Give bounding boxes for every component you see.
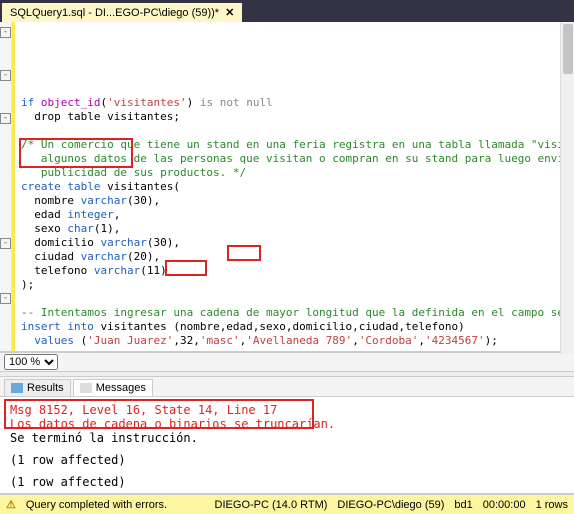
results-tab-bar: Results Messages bbox=[0, 377, 574, 397]
status-server: DIEGO-PC (14.0 RTM) bbox=[215, 499, 328, 511]
close-icon[interactable]: ✕ bbox=[225, 6, 234, 19]
fold-icon[interactable]: - bbox=[0, 293, 11, 304]
tab-bar: SQLQuery1.sql - DI...EGO-PC\diego (59))*… bbox=[0, 0, 574, 22]
fold-icon[interactable]: - bbox=[0, 27, 11, 38]
tab-label: Messages bbox=[96, 382, 146, 394]
status-rows: 1 rows bbox=[536, 499, 568, 511]
fold-icon[interactable]: - bbox=[0, 70, 11, 81]
code-area[interactable]: if object_id('visitantes') is not null d… bbox=[12, 22, 574, 351]
grid-icon bbox=[11, 383, 23, 393]
zoom-select[interactable]: 100 % bbox=[4, 354, 58, 370]
messages-panel[interactable]: Msg 8152, Level 16, State 14, Line 17 Lo… bbox=[0, 397, 574, 493]
msg-line: Se terminó la instrucción. bbox=[10, 431, 564, 445]
fold-gutter: - - - - - bbox=[0, 22, 12, 351]
sql-editor[interactable]: - - - - - if object_id('visitantes') is … bbox=[0, 22, 574, 352]
msg-line: (1 row affected) bbox=[10, 475, 564, 489]
fold-icon[interactable]: - bbox=[0, 238, 11, 249]
error-line: Los datos de cadena o binarios se trunca… bbox=[10, 417, 564, 431]
status-user: DIEGO-PC\diego (59) bbox=[337, 499, 444, 511]
warning-icon: ⚠ bbox=[6, 498, 16, 511]
status-db: bd1 bbox=[454, 499, 472, 511]
status-bar: ⚠ Query completed with errors. DIEGO-PC … bbox=[0, 494, 574, 514]
status-text: Query completed with errors. bbox=[26, 499, 167, 511]
error-line: Msg 8152, Level 16, State 14, Line 17 bbox=[10, 403, 564, 417]
tab-title: SQLQuery1.sql - DI...EGO-PC\diego (59))* bbox=[10, 7, 219, 19]
msg-line: (1 row affected) bbox=[10, 453, 564, 467]
message-icon bbox=[80, 383, 92, 393]
editor-zoom-bar: 100 % bbox=[0, 352, 574, 371]
status-time: 00:00:00 bbox=[483, 499, 526, 511]
tab-messages[interactable]: Messages bbox=[73, 379, 153, 396]
vertical-scrollbar[interactable] bbox=[560, 22, 574, 354]
file-tab[interactable]: SQLQuery1.sql - DI...EGO-PC\diego (59))*… bbox=[2, 3, 242, 22]
scroll-thumb[interactable] bbox=[563, 24, 573, 74]
tab-results[interactable]: Results bbox=[4, 379, 71, 396]
fold-icon[interactable]: - bbox=[0, 113, 11, 124]
tab-label: Results bbox=[27, 382, 64, 394]
